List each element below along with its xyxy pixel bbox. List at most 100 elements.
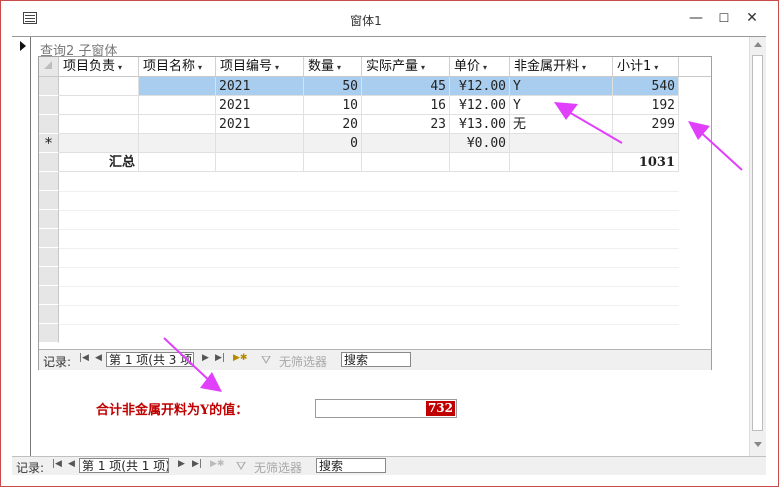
prev-record-icon[interactable]: ◀ xyxy=(95,353,102,363)
empty-row-selector xyxy=(39,191,59,210)
cell-owner[interactable] xyxy=(59,134,139,153)
cell-actual[interactable]: 23 xyxy=(362,115,450,134)
window-title: 窗体1 xyxy=(350,14,382,28)
next-record-icon[interactable]: ▶ xyxy=(202,353,209,363)
cell-subtotal[interactable]: 192 xyxy=(613,96,679,115)
no-filter-label[interactable]: 无筛选器 xyxy=(279,353,327,370)
grid-line xyxy=(59,324,679,325)
summary-label: 合计非金属开料为Y的值： xyxy=(96,403,249,418)
new-record-marker[interactable]: * xyxy=(39,134,59,153)
first-record-icon[interactable]: |◀ xyxy=(79,353,89,363)
col-header-qty[interactable]: 数量 ▾ xyxy=(304,57,362,76)
grid-line xyxy=(59,210,679,211)
cell-name[interactable] xyxy=(139,134,216,153)
maximize-button[interactable]: ☐ xyxy=(711,7,737,29)
minimize-button[interactable]: — xyxy=(683,7,709,29)
vertical-scrollbar[interactable] xyxy=(749,37,766,456)
datasheet-grid: 项目负责 ▾ 项目名称 ▾ 项目编号 ▾ 数量 ▾ 实际产量 ▾ 单价 ▾ 非金属开料 ▾ 小… xyxy=(39,57,711,347)
filter-funnel-icon[interactable]: ⛛ xyxy=(261,353,271,368)
record-position-field[interactable]: 第 1 项(共 1 项) xyxy=(79,458,169,473)
cell-price[interactable]: ¥13.00 xyxy=(450,115,510,134)
dropdown-icon: ▾ xyxy=(118,63,123,72)
empty-row-selector xyxy=(39,305,59,324)
col-header-actual[interactable]: 实际产量 ▾ xyxy=(362,57,450,76)
cell-nonmetal[interactable]: Y xyxy=(510,77,613,96)
select-all-corner[interactable] xyxy=(39,57,59,76)
form-body: 查询2 子窗体 项目负责 ▾ 项目名称 ▾ 项目编号 ▾ 数量 ▾ 实际产量 ▾ 单价 ▾ … xyxy=(12,36,766,457)
col-header-subtotal[interactable]: 小计1 ▾ xyxy=(613,57,679,76)
record-position-field[interactable]: 第 1 项(共 3 项) xyxy=(106,352,194,367)
col-header-price[interactable]: 单价 ▾ xyxy=(450,57,510,76)
empty-row-selector xyxy=(39,229,59,248)
total-label: 汇总 xyxy=(59,153,139,172)
empty-row-selector xyxy=(39,286,59,305)
close-button[interactable]: ✕ xyxy=(739,7,765,29)
cell-actual[interactable]: 16 xyxy=(362,96,450,115)
cell-nonmetal[interactable]: 无 xyxy=(510,115,613,134)
summary-value: 732 xyxy=(425,401,455,416)
cell-empty xyxy=(510,153,613,172)
col-header-code[interactable]: 项目编号 ▾ xyxy=(216,57,304,76)
grid-line xyxy=(59,248,679,249)
new-record-icon[interactable]: ▶✱ xyxy=(233,353,247,363)
row-selector[interactable] xyxy=(39,96,59,115)
cell-price[interactable]: ¥0.00 xyxy=(450,134,510,153)
row-selector[interactable] xyxy=(39,115,59,134)
cell-code[interactable]: 2021 xyxy=(216,77,304,96)
cell-qty[interactable]: 10 xyxy=(304,96,362,115)
table-row[interactable]: 2021 20 23 ¥13.00 无 299 xyxy=(39,115,679,134)
last-record-icon[interactable]: ▶| xyxy=(215,353,225,363)
cell-name[interactable] xyxy=(139,115,216,134)
row-selector[interactable] xyxy=(39,77,59,96)
cell-owner[interactable] xyxy=(59,96,139,115)
cell-price[interactable]: ¥12.00 xyxy=(450,96,510,115)
cell-owner[interactable] xyxy=(59,115,139,134)
cell-subtotal[interactable]: 299 xyxy=(613,115,679,134)
cell-empty xyxy=(139,153,216,172)
dropdown-icon: ▾ xyxy=(483,63,488,72)
dropdown-icon: ▾ xyxy=(421,63,426,72)
new-record-icon[interactable]: ▶✱ xyxy=(210,459,224,469)
cell-name[interactable] xyxy=(139,77,216,96)
cell-code[interactable]: 2021 xyxy=(216,115,304,134)
cell-price[interactable]: ¥12.00 xyxy=(450,77,510,96)
cell-owner[interactable] xyxy=(59,77,139,96)
table-row[interactable]: 2021 10 16 ¥12.00 Y 192 xyxy=(39,96,679,115)
horizontal-scrollbar[interactable] xyxy=(746,456,766,475)
first-record-icon[interactable]: |◀ xyxy=(52,459,62,469)
cell-code[interactable] xyxy=(216,134,304,153)
cell-name[interactable] xyxy=(139,96,216,115)
no-filter-label[interactable]: 无筛选器 xyxy=(254,459,302,476)
cell-nonmetal[interactable]: Y xyxy=(510,96,613,115)
dropdown-icon: ▾ xyxy=(582,63,587,72)
cell-subtotal[interactable]: 540 xyxy=(613,77,679,96)
title-bar: 窗体1 — ☐ ✕ xyxy=(1,1,778,37)
filter-funnel-icon[interactable]: ⛛ xyxy=(236,459,246,474)
cell-empty xyxy=(216,153,304,172)
cell-actual[interactable]: 45 xyxy=(362,77,450,96)
scroll-thumb[interactable] xyxy=(752,55,763,431)
empty-row-selector xyxy=(39,248,59,267)
record-selector[interactable] xyxy=(12,37,31,456)
cell-nonmetal[interactable] xyxy=(510,134,613,153)
col-header-name[interactable]: 项目名称 ▾ xyxy=(139,57,216,76)
col-header-nonmetal[interactable]: 非金属开料 ▾ xyxy=(510,57,613,76)
empty-row-selector xyxy=(39,267,59,286)
prev-record-icon[interactable]: ◀ xyxy=(68,459,75,469)
search-input[interactable]: 搜索 xyxy=(316,458,386,473)
scroll-up-icon[interactable] xyxy=(754,42,762,47)
new-record-row[interactable]: * 0 ¥0.00 xyxy=(39,134,679,153)
next-record-icon[interactable]: ▶ xyxy=(178,459,185,469)
cell-code[interactable]: 2021 xyxy=(216,96,304,115)
cell-actual[interactable] xyxy=(362,134,450,153)
last-record-icon[interactable]: ▶| xyxy=(192,459,202,469)
scroll-down-icon[interactable] xyxy=(754,442,762,447)
table-row[interactable]: 2021 50 45 ¥12.00 Y 540 xyxy=(39,77,679,96)
summary-textbox[interactable]: 732 xyxy=(315,399,457,418)
search-input[interactable]: 搜索 xyxy=(341,352,411,367)
cell-qty[interactable]: 0 xyxy=(304,134,362,153)
cell-qty[interactable]: 50 xyxy=(304,77,362,96)
cell-subtotal[interactable] xyxy=(613,134,679,153)
col-header-owner[interactable]: 项目负责 ▾ xyxy=(59,57,139,76)
cell-qty[interactable]: 20 xyxy=(304,115,362,134)
